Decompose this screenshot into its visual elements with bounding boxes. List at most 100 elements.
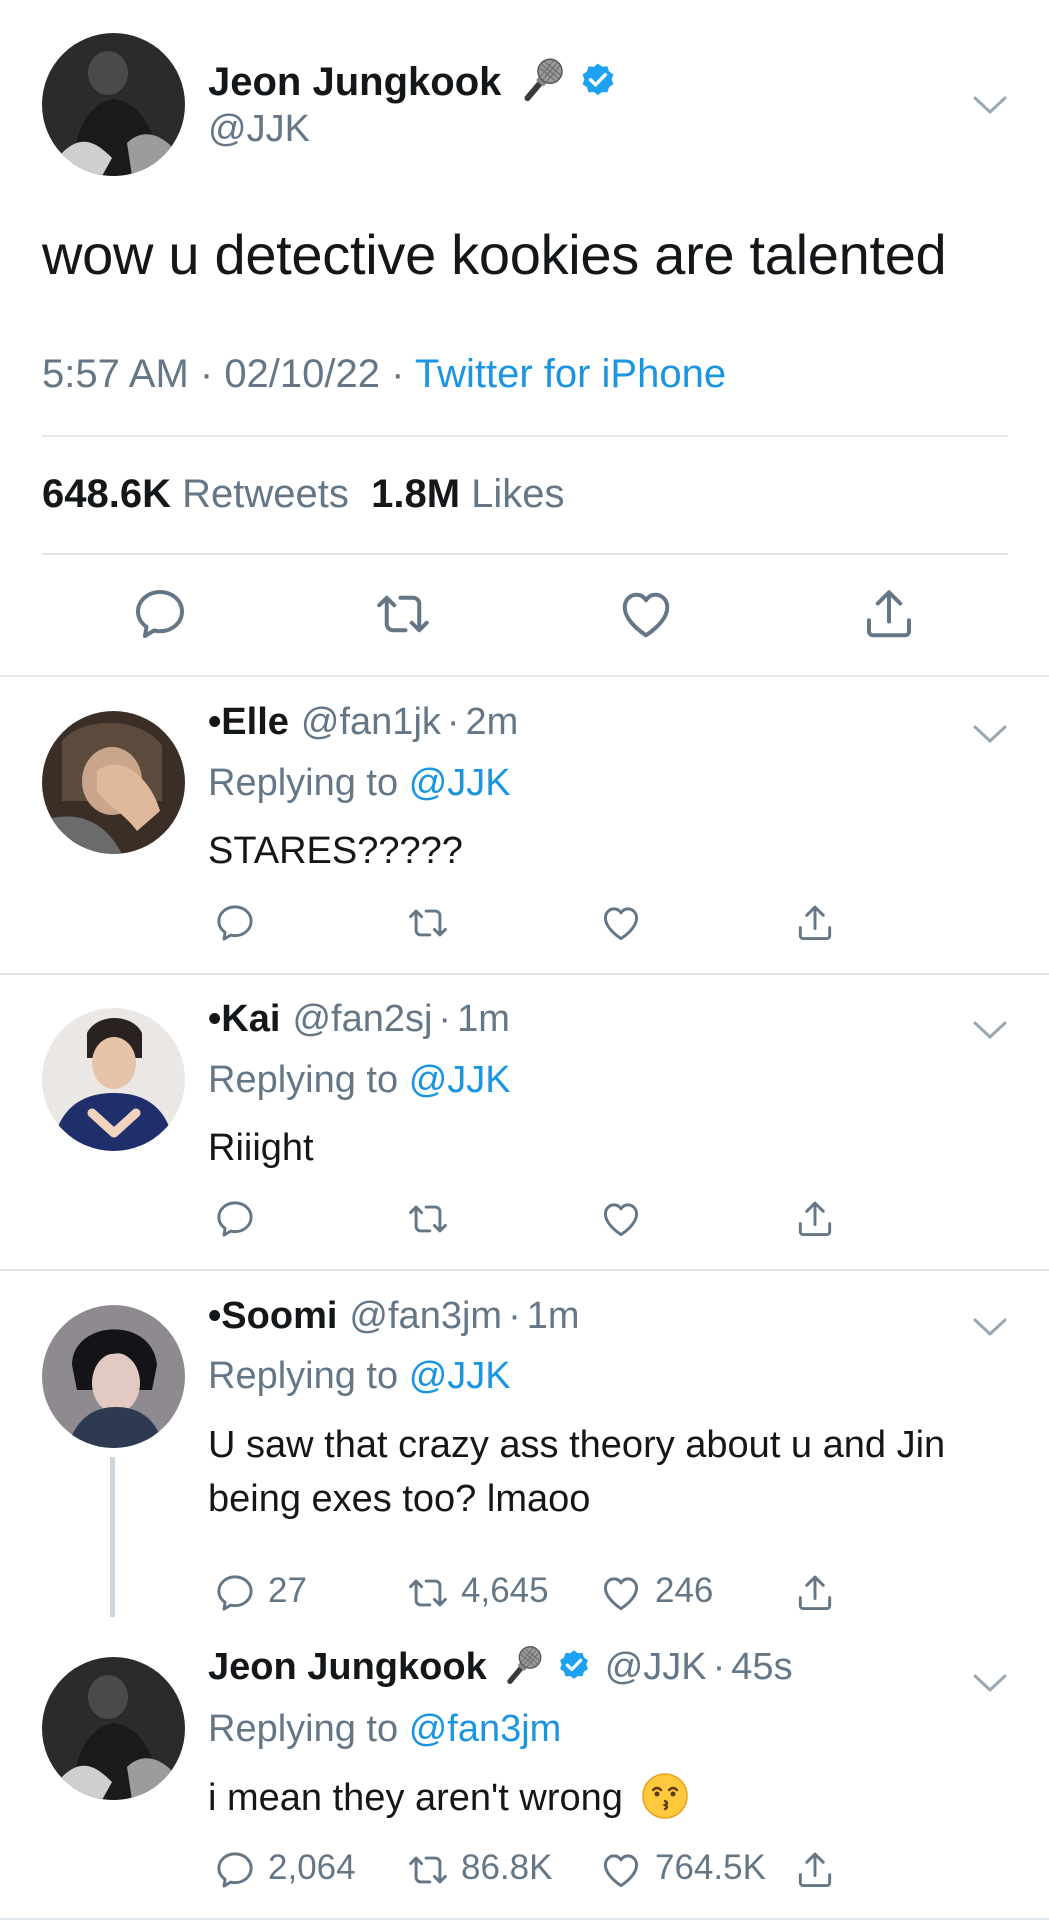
reply-button[interactable] (213, 1197, 257, 1241)
reply-author-handle[interactable]: @fan2sj (292, 998, 432, 1041)
thread-line (110, 1457, 115, 1617)
reply-author-handle[interactable]: @fan3jm (349, 1295, 502, 1338)
share-button[interactable] (859, 584, 919, 644)
like-count: 246 (655, 1571, 714, 1610)
chevron-down-icon[interactable] (972, 1672, 1008, 1694)
verified-badge-icon (555, 1648, 593, 1686)
reply-count: 27 (268, 1571, 307, 1610)
reply-tweet[interactable]: •Soomi @fan3jm · 1m Replying to @JJK U s… (0, 1271, 1049, 1626)
reply-author-name[interactable]: •Elle (208, 701, 289, 744)
retweet-count: 86.8K (461, 1848, 553, 1887)
reply-icon (213, 1197, 257, 1241)
chevron-down-icon[interactable] (972, 1019, 1008, 1041)
mention-link[interactable]: @JJK (409, 1059, 511, 1101)
retweet-icon (406, 1571, 450, 1615)
mention-link[interactable]: @fan3jm (409, 1708, 562, 1750)
mention-link[interactable]: @JJK (409, 762, 511, 804)
reply-icon (213, 901, 257, 945)
reply-icon (213, 1571, 257, 1615)
replying-to: Replying to @JJK (208, 1355, 511, 1398)
share-button[interactable] (793, 1571, 837, 1615)
verified-badge-icon (577, 61, 619, 103)
retweets-stat[interactable]: 648.6K Retweets (42, 472, 349, 516)
chevron-down-icon[interactable] (972, 94, 1008, 116)
avatar[interactable] (42, 1657, 185, 1800)
reply-header: •Kai @fan2sj · 1m (208, 993, 510, 1045)
tweet-meta: 5:57 AM · 02/10/22 · Twitter for iPhone (42, 352, 726, 397)
tweet-stats: 648.6K Retweets 1.8M Likes (42, 472, 565, 517)
share-button[interactable] (793, 1848, 837, 1892)
chevron-down-icon[interactable] (972, 1316, 1008, 1338)
dot-separator: · (508, 1294, 521, 1337)
retweet-button[interactable] (373, 584, 433, 644)
avatar[interactable] (42, 33, 185, 176)
like-button[interactable] (599, 1197, 643, 1241)
reply-text: STARES????? (208, 830, 463, 872)
reply-time: 45s (731, 1645, 793, 1688)
retweet-icon (406, 1848, 450, 1892)
author-name[interactable]: Jeon Jungkook (208, 60, 501, 105)
reply-button[interactable] (130, 584, 190, 644)
share-icon (793, 1571, 837, 1615)
dot-separator: · (438, 997, 452, 1040)
likes-count: 1.8M (371, 472, 461, 516)
reply-author-name[interactable]: Jeon Jungkook (208, 1646, 487, 1689)
reply-text: i mean they aren't wrong (208, 1777, 623, 1819)
likes-label: Likes (471, 472, 565, 516)
like-button[interactable] (616, 584, 676, 644)
microphone-emoji-icon (513, 54, 569, 110)
reply-button[interactable] (213, 1848, 257, 1892)
share-icon (793, 1848, 837, 1892)
retweet-button[interactable] (406, 901, 450, 945)
reply-author-name[interactable]: •Soomi (208, 1295, 337, 1338)
reply-author-handle[interactable]: @fan1jk (301, 701, 441, 744)
reply-text: Riiight (208, 1127, 314, 1169)
tweet-time: 5:57 AM (42, 352, 189, 396)
dot-separator: · (712, 1645, 726, 1688)
replying-label: Replying to (208, 762, 399, 804)
reply-tweet[interactable]: •Elle @fan1jk · 2m Replying to @JJK STAR… (0, 677, 1049, 975)
avatar[interactable] (42, 1008, 185, 1151)
replying-label: Replying to (208, 1059, 399, 1101)
like-icon (616, 584, 676, 644)
reply-author-handle[interactable]: @JJK (605, 1646, 707, 1689)
dot-separator: · (446, 700, 460, 743)
tweet-text: wow u detective kookies are talented (42, 223, 947, 286)
likes-stat[interactable]: 1.8M Likes (371, 472, 564, 516)
reply-header: •Soomi @fan3jm · 1m (208, 1290, 580, 1342)
reply-icon (130, 584, 190, 644)
avatar[interactable] (42, 1305, 185, 1448)
retweets-label: Retweets (182, 472, 349, 516)
author-handle[interactable]: @JJK (208, 108, 310, 151)
reply-text: U saw that crazy ass theory about u and … (208, 1424, 946, 1520)
reply-count: 2,064 (268, 1848, 356, 1887)
reply-time: 1m (457, 997, 510, 1040)
retweet-icon (406, 901, 450, 945)
meta-separator: · (188, 352, 225, 396)
reply-icon (213, 1848, 257, 1892)
retweet-button[interactable] (406, 1571, 450, 1615)
tweet-source-link[interactable]: Twitter for iPhone (415, 352, 726, 396)
reply-tweet[interactable]: •Kai @fan2sj · 1m Replying to @JJK Riiig… (0, 975, 1049, 1271)
share-icon (793, 901, 837, 945)
reply-author-name[interactable]: •Kai (208, 998, 280, 1041)
like-button[interactable] (599, 901, 643, 945)
share-button[interactable] (793, 901, 837, 945)
divider (42, 435, 1008, 437)
mention-link[interactable]: @JJK (409, 1355, 511, 1397)
chevron-down-icon[interactable] (972, 723, 1008, 745)
share-button[interactable] (793, 1197, 837, 1241)
retweet-button[interactable] (406, 1197, 450, 1241)
reply-time: 1m (526, 1294, 580, 1337)
avatar[interactable] (42, 711, 185, 854)
like-button[interactable] (599, 1848, 643, 1892)
reply-button[interactable] (213, 901, 257, 945)
main-tweet: Jeon Jungkook @JJK wow u detective kooki… (0, 0, 1049, 677)
like-button[interactable] (599, 1571, 643, 1615)
retweet-button[interactable] (406, 1848, 450, 1892)
reply-button[interactable] (213, 1571, 257, 1615)
divider (42, 553, 1008, 555)
reply-tweet[interactable]: Jeon Jungkook @JJK · 45s Replying to @fa… (0, 1626, 1049, 1920)
like-count: 764.5K (655, 1848, 766, 1887)
like-icon (599, 901, 643, 945)
